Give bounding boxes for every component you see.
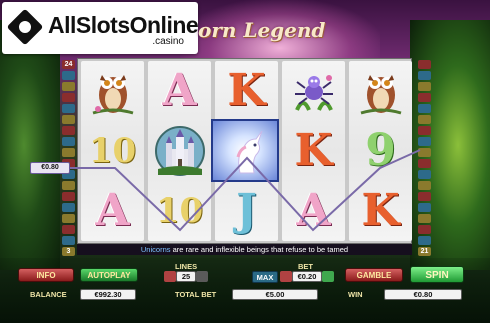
symbol-k: K (227, 65, 266, 116)
reel-3: K J (211, 61, 279, 241)
payline-indicator-right (418, 104, 431, 113)
payline-indicator-left (62, 181, 75, 190)
payline-indicator-right (418, 126, 431, 135)
bet-label: BET (298, 262, 313, 271)
reel-2: A 10 (148, 61, 211, 241)
spider-icon (294, 75, 333, 111)
balance-value: €992.30 (80, 289, 136, 300)
symbol-9: 9 (365, 125, 396, 176)
spin-button[interactable]: SPIN (410, 266, 464, 283)
symbol-spider (282, 61, 345, 121)
payline-indicator-right: 21 (418, 247, 431, 256)
payline-indicator-left (62, 93, 75, 102)
balance-label: BALANCE (30, 290, 67, 299)
logo-text: AllSlotsOnline (48, 12, 199, 38)
total-bet-value: €5.00 (232, 289, 318, 300)
payline-indicator-right (418, 203, 431, 212)
win-value: €0.80 (384, 289, 462, 300)
payline-indicator-right (418, 170, 431, 179)
castle-icon (154, 126, 205, 176)
bet-value: €0.20 (292, 271, 322, 282)
payline-indicator-right (418, 71, 431, 80)
symbol-a: A (296, 185, 331, 236)
payline-indicator-left (62, 137, 75, 146)
payline-indicator-right (418, 137, 431, 146)
symbol-owl (349, 61, 412, 121)
payline-indicator-left (62, 225, 75, 234)
win-label: WIN (348, 290, 363, 299)
forest-left (0, 20, 60, 270)
reel-5: 9 K (349, 61, 412, 241)
lines-decrease-button[interactable] (164, 271, 176, 282)
payline-indicator-right (418, 82, 431, 91)
payline-indicators-left: 24 3 (62, 60, 75, 256)
payline-indicator-left (62, 104, 75, 113)
symbol-a: A (95, 185, 130, 236)
info-button[interactable]: INFO (18, 268, 74, 282)
site-logo: AllSlotsOnline .casino (2, 2, 199, 54)
payline-indicator-left (62, 82, 75, 91)
logo-suffix: .casino (152, 36, 184, 47)
payline-indicator-left (62, 126, 75, 135)
payline-indicator-left (62, 115, 75, 124)
total-bet-label: TOTAL BET (175, 290, 217, 299)
payline-indicator-right (418, 115, 431, 124)
payline-indicator-right (418, 192, 431, 201)
owl-icon (360, 75, 401, 115)
payline-indicator-right (418, 236, 431, 245)
symbol-k: K (361, 185, 400, 236)
reel-area: 10 A A 10 K J K A 9 K (77, 58, 412, 244)
autoplay-button[interactable]: AUTOPLAY (80, 268, 138, 282)
gamble-button[interactable]: GAMBLE (345, 268, 403, 282)
message-text: are rare and inflexible beings that refu… (170, 245, 349, 254)
payline-indicator-left (62, 236, 75, 245)
payline-indicators-right: 21 (418, 60, 431, 256)
payline-indicator-right (418, 214, 431, 223)
symbol-10: 10 (88, 131, 137, 171)
symbol-j: J (236, 185, 257, 236)
payline-indicator-right (418, 148, 431, 157)
reel-4: K A (282, 61, 345, 241)
game-title: orn Legend (198, 18, 326, 42)
payline-indicator-left (62, 214, 75, 223)
symbol-k: K (294, 125, 333, 176)
max-bet-button[interactable]: MAX (252, 271, 278, 283)
symbol-unicorn (211, 119, 279, 182)
lines-increase-button[interactable] (196, 271, 208, 282)
lines-label: LINES (175, 262, 198, 271)
bet-decrease-button[interactable] (280, 271, 292, 282)
owl-icon (92, 75, 133, 115)
payline-indicator-right (418, 181, 431, 190)
info-message: Unicorns are rare and inflexible beings … (77, 244, 412, 255)
unicorn-icon (236, 130, 262, 174)
symbol-castle (148, 121, 211, 181)
payline-indicator-left: 3 (62, 247, 75, 256)
reel-1: 10 A (81, 61, 144, 241)
payline-indicator-left: 24 (62, 60, 75, 69)
payline-indicator-left (62, 203, 75, 212)
lines-value: 25 (176, 271, 196, 282)
bet-increase-button[interactable] (322, 271, 334, 282)
symbol-owl (81, 61, 144, 121)
payline-indicator-right (418, 225, 431, 234)
symbol-10: 10 (155, 191, 204, 231)
message-highlight: Unicorns (140, 245, 171, 254)
payline-indicator-right (418, 159, 431, 168)
payline-indicator-left (62, 148, 75, 157)
payline-indicator-right (418, 93, 431, 102)
payline-indicator-left (62, 71, 75, 80)
payline-indicator-right (418, 60, 431, 69)
symbol-a: A (162, 65, 197, 116)
payline-win-amount: €0.80 (30, 162, 70, 174)
payline-indicator-left (62, 192, 75, 201)
logo-diamond-icon (6, 8, 44, 46)
